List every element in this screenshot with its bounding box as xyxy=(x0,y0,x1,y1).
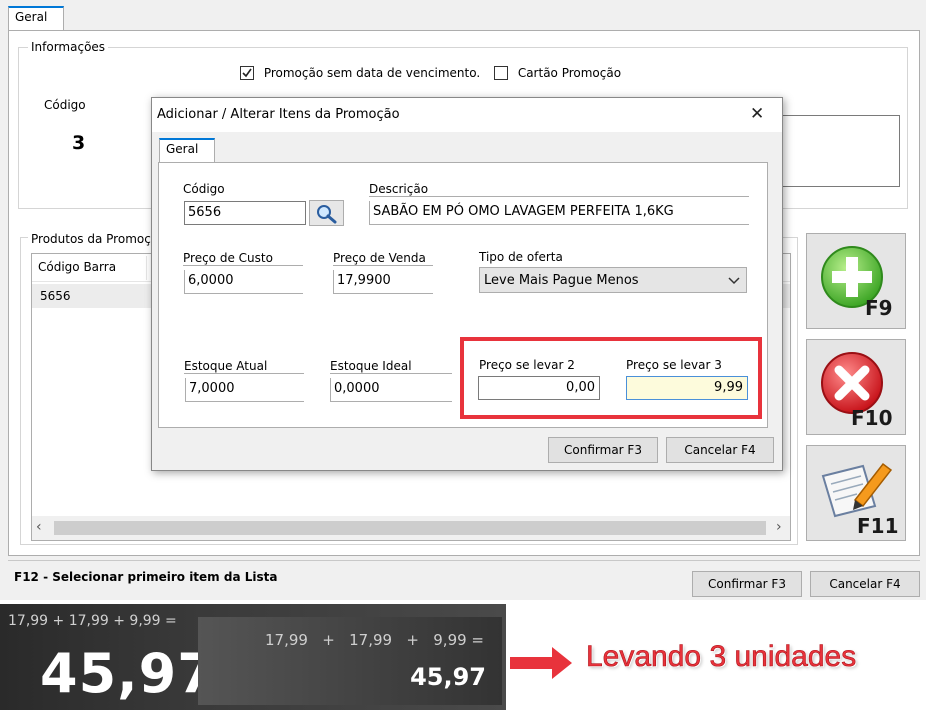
tipo-oferta-value: Leve Mais Pague Menos xyxy=(484,273,639,288)
close-icon[interactable]: ✕ xyxy=(750,104,764,124)
checkbox-label: Cartão Promoção xyxy=(517,65,622,80)
estoque-atual-label: Estoque Atual xyxy=(184,359,304,374)
confirm-button[interactable]: Confirmar F3 xyxy=(692,571,802,597)
search-icon xyxy=(317,205,337,224)
preco-custo-label: Preço de Custo xyxy=(183,251,303,266)
remove-item-button[interactable]: F10 xyxy=(806,339,906,435)
preco-levar2-label: Preço se levar 2 xyxy=(479,358,575,372)
tipo-oferta-select[interactable]: Leve Mais Pague Menos xyxy=(479,267,747,293)
edit-item-button[interactable]: F11 xyxy=(806,445,906,541)
checkbox-cartao-promocao[interactable]: Cartão Promoção xyxy=(494,65,621,83)
dialog-confirm-button[interactable]: Confirmar F3 xyxy=(548,437,658,463)
observacao-field[interactable] xyxy=(778,115,900,187)
codigo-label: Código xyxy=(44,98,86,112)
horizontal-scrollbar[interactable]: ‹ › xyxy=(32,516,790,540)
dialog-titlebar[interactable]: Adicionar / Alterar Itens da Promoção ✕ xyxy=(152,98,782,132)
tab-label: Geral xyxy=(166,142,199,156)
calc-expression: 17,99 + 17,99 + 9,99 = xyxy=(8,613,177,629)
f10-label: F10 xyxy=(851,406,893,430)
codigo-input[interactable]: 5656 xyxy=(184,201,306,225)
arrow-right-icon xyxy=(510,647,572,679)
descricao-field[interactable]: SABÃO EM PÓ OMO LAVAGEM PERFEITA 1,6KG xyxy=(369,201,749,225)
checkbox-label: Promoção sem data de vencimento. xyxy=(263,65,481,80)
calc-history-result: 45,97 xyxy=(410,663,486,691)
codigo-label: Código xyxy=(183,182,225,196)
calculator-history-item: 17,99 + 17,99 + 9,99 = 45,97 xyxy=(198,617,502,705)
info-group-label: Informações xyxy=(28,40,109,54)
scrollbar-thumb[interactable] xyxy=(54,521,766,535)
checkbox-sem-vencimento[interactable]: Promoção sem data de vencimento. xyxy=(240,65,480,83)
preco-venda-label: Preço de Venda xyxy=(333,251,433,266)
f11-label: F11 xyxy=(857,514,899,538)
cell-codigo-barra: 5656 xyxy=(40,289,71,303)
preco-levar2-input[interactable]: 0,00 xyxy=(478,376,600,400)
status-text: F12 - Selecionar primeiro item da Lista xyxy=(14,570,278,584)
descricao-label: Descrição xyxy=(369,182,749,197)
edit-document-icon xyxy=(821,462,893,518)
scroll-left-icon[interactable]: ‹ xyxy=(36,519,42,535)
dialog-panel: Código 5656 Descrição SABÃO EM PÓ OMO LA… xyxy=(158,162,768,428)
calc-result: 45,97 xyxy=(40,642,216,705)
checkbox-checked-icon[interactable] xyxy=(240,65,254,80)
checkbox-unchecked-icon[interactable] xyxy=(494,65,508,80)
dialog-tab-geral[interactable]: Geral xyxy=(159,138,215,163)
add-item-button[interactable]: F9 xyxy=(806,233,906,329)
preco-custo-field[interactable]: 6,0000 xyxy=(184,270,303,294)
scroll-right-icon[interactable]: › xyxy=(776,519,782,535)
f9-label: F9 xyxy=(865,296,893,320)
search-button[interactable] xyxy=(309,200,344,226)
dialog-cancel-button[interactable]: Cancelar F4 xyxy=(666,437,774,463)
estoque-ideal-field[interactable]: 0,0000 xyxy=(330,378,452,402)
preco-venda-field[interactable]: 17,9900 xyxy=(333,270,433,294)
preco-levar3-input[interactable]: 9,99 xyxy=(626,376,748,400)
estoque-atual-field[interactable]: 7,0000 xyxy=(185,378,304,402)
estoque-ideal-label: Estoque Ideal xyxy=(330,359,452,374)
tab-geral[interactable]: Geral xyxy=(8,6,64,31)
cancel-button[interactable]: Cancelar F4 xyxy=(810,571,920,597)
add-edit-promo-item-dialog: Adicionar / Alterar Itens da Promoção ✕ … xyxy=(151,97,783,471)
chevron-down-icon xyxy=(728,277,740,285)
tab-label: Geral xyxy=(15,10,48,24)
dialog-title: Adicionar / Alterar Itens da Promoção xyxy=(157,107,400,122)
annotation-text: Levando 3 unidades xyxy=(586,640,857,674)
separator xyxy=(8,560,920,561)
tipo-oferta-label: Tipo de oferta xyxy=(479,250,563,264)
preco-levar3-label: Preço se levar 3 xyxy=(626,358,722,372)
codigo-value: 3 xyxy=(72,132,86,154)
produtos-group-label: Produtos da Promoç xyxy=(28,232,154,246)
column-divider xyxy=(146,256,147,280)
column-header-codigo-barra[interactable]: Código Barra xyxy=(38,260,116,274)
calc-history-expression: 17,99 + 17,99 + 9,99 = xyxy=(265,631,484,649)
